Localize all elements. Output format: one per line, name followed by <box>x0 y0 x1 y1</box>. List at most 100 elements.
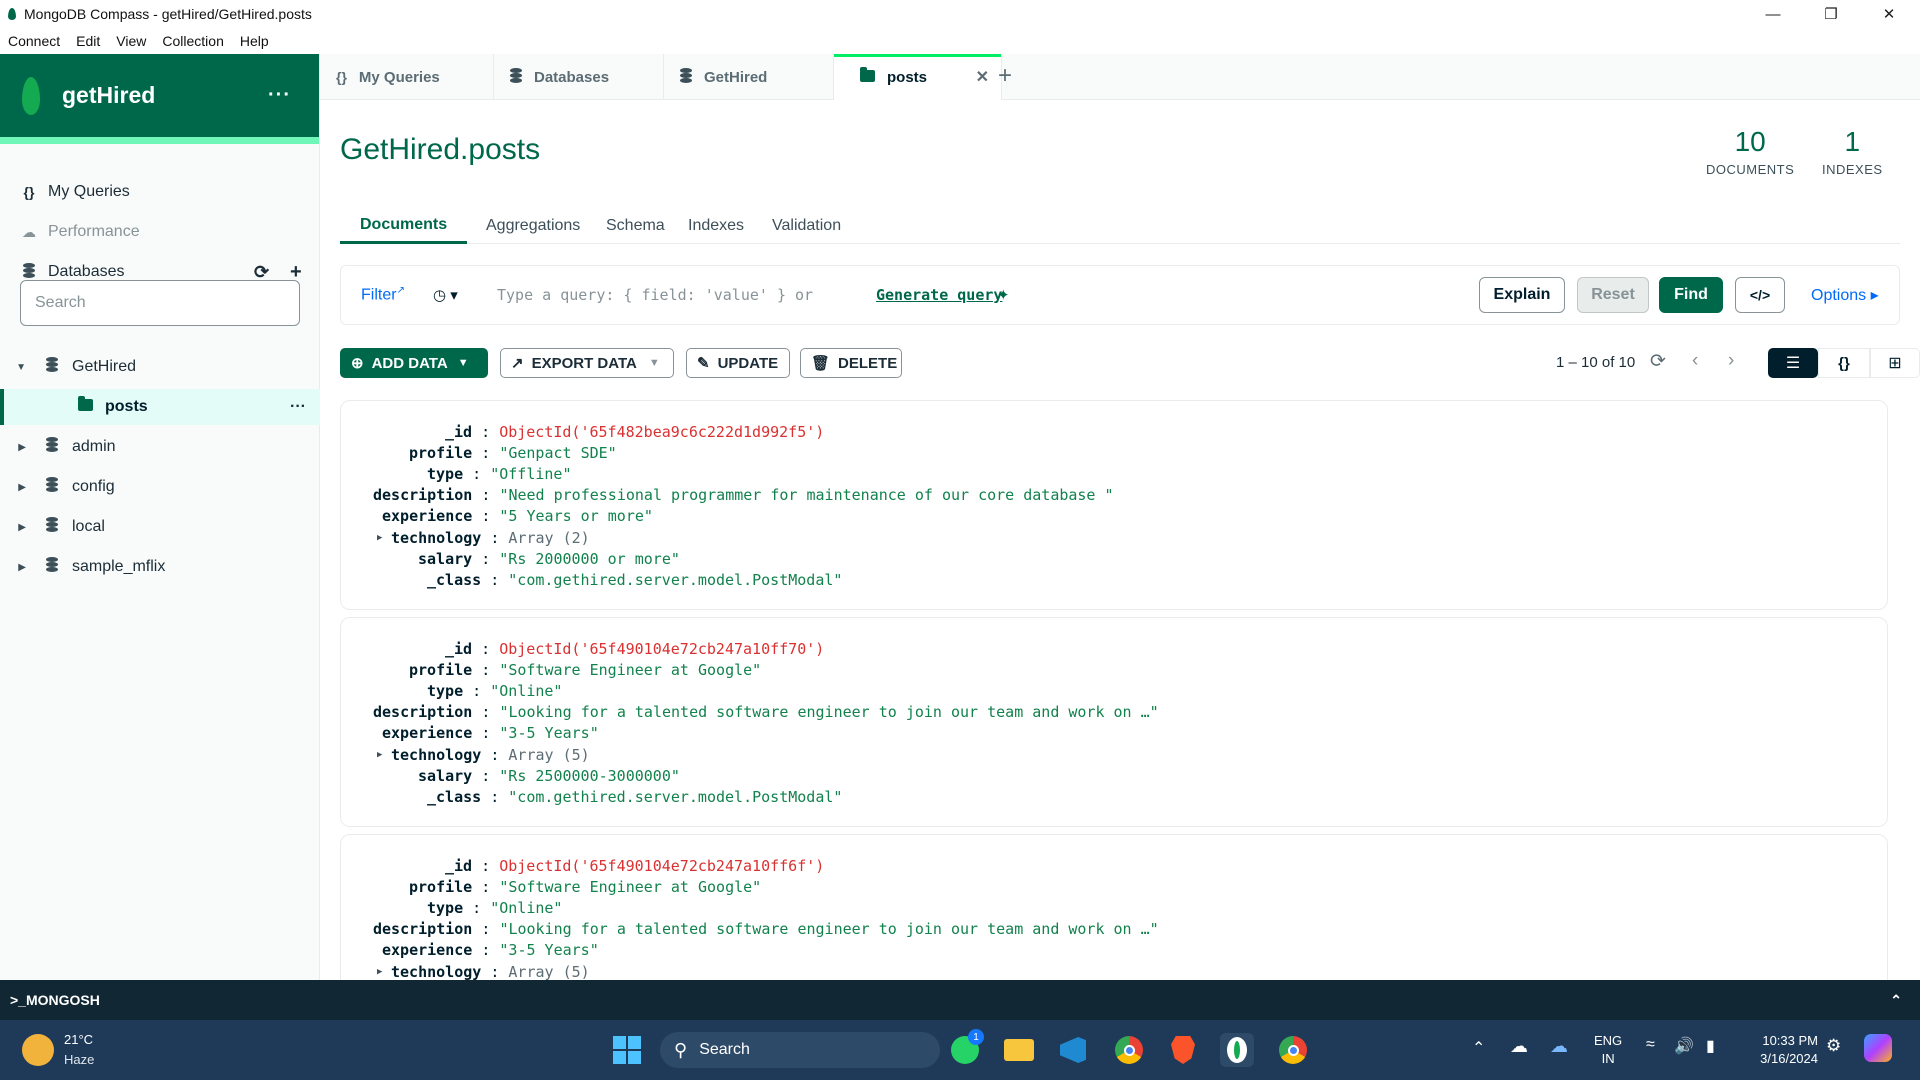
subtab-validation[interactable]: Validation <box>752 208 861 244</box>
battery-icon[interactable]: ▮ <box>1706 1036 1715 1056</box>
menu-connect[interactable]: Connect <box>0 33 68 49</box>
trash-icon: 🗑 <box>811 355 831 372</box>
subtab-documents[interactable]: Documents <box>340 208 468 244</box>
taskbar-search[interactable]: ⚲ Search <box>660 1032 940 1068</box>
field-profile: profile : "Genpact SDE" <box>409 444 617 462</box>
tree-item-admin[interactable]: ▶ admin <box>0 429 320 465</box>
subtab-indexes[interactable]: Indexes <box>668 208 764 244</box>
connection-header: getHired ··· <box>0 54 319 137</box>
document-card[interactable]: _id : ObjectId('65f490104e72cb247a10ff70… <box>340 617 1888 827</box>
connection-more-icon[interactable]: ··· <box>268 84 291 107</box>
close-window-button[interactable]: ✕ <box>1860 0 1918 28</box>
caret-right-icon[interactable]: ▶ <box>0 522 26 533</box>
tree-item-posts[interactable]: posts ··· <box>0 389 320 425</box>
sidebar-search-input[interactable]: Search <box>20 280 300 326</box>
copilot-icon[interactable] <box>1864 1034 1892 1062</box>
code-export-button[interactable]: </> <box>1735 277 1785 313</box>
previous-page-icon[interactable]: ‹ <box>1692 350 1698 372</box>
filter-link[interactable]: Filter↗ <box>361 285 405 304</box>
table-view-icon[interactable]: ⊞ <box>1870 348 1920 378</box>
caret-right-icon[interactable]: ▶ <box>0 562 26 573</box>
chevron-up-icon[interactable]: ⌃ <box>1890 992 1902 1009</box>
region-label: IN <box>1601 1051 1615 1066</box>
sidebar-item-my-queries[interactable]: {} My Queries <box>0 174 320 210</box>
query-input[interactable]: Type a query: { field: 'value' } or <box>497 286 813 304</box>
add-data-button[interactable]: ⊕ ADD DATA ▼ <box>340 348 488 378</box>
list-view-icon[interactable]: ☰ <box>1768 348 1818 378</box>
tree-item-label: admin <box>72 438 116 455</box>
braces-icon: {} <box>23 184 35 200</box>
export-icon: ↗ <box>511 355 524 372</box>
selected-indicator <box>0 389 4 425</box>
wifi-icon[interactable]: ≈ <box>1646 1036 1655 1054</box>
menu-collection[interactable]: Collection <box>154 33 231 49</box>
indexes-stat: 1 INDEXES <box>1822 126 1883 177</box>
tree-item-local[interactable]: ▶ local <box>0 509 320 545</box>
caret-right-icon[interactable]: ▶ <box>0 482 26 493</box>
expand-caret-icon[interactable]: ▶ <box>377 967 382 977</box>
export-data-button[interactable]: ↗ EXPORT DATA ▼ <box>500 348 674 378</box>
document-card[interactable]: _id : ObjectId('65f490104e72cb247a10ff6f… <box>340 834 1888 994</box>
menu-edit[interactable]: Edit <box>68 33 108 49</box>
language-indicator[interactable]: ENG IN <box>1594 1032 1622 1068</box>
explain-button[interactable]: Explain <box>1479 277 1565 313</box>
taskbar-search-label: Search <box>699 1041 750 1058</box>
mongodb-compass-icon[interactable] <box>1220 1033 1254 1067</box>
tree-item-gethired[interactable]: ▼ GetHired <box>0 349 320 385</box>
tree-item-sample-mflix[interactable]: ▶ sample_mflix <box>0 549 320 585</box>
refresh-documents-icon[interactable]: ⟳ <box>1650 350 1666 373</box>
chrome-profile-icon[interactable] <box>1276 1033 1310 1067</box>
document-card[interactable]: _id : ObjectId('65f482bea9c6c222d1d992f5… <box>340 400 1888 610</box>
chrome-icon[interactable] <box>1112 1033 1146 1067</box>
windows-start-icon[interactable] <box>610 1033 644 1067</box>
cloud-sync-icon[interactable]: ☁ <box>1550 1036 1568 1057</box>
volume-icon[interactable]: 🔊 <box>1674 1036 1694 1056</box>
options-toggle[interactable]: Options ▸ <box>1811 285 1879 305</box>
notification-icon[interactable]: ⚙ <box>1826 1036 1841 1056</box>
tab-databases[interactable]: Databases <box>494 54 664 100</box>
caret-down-icon[interactable]: ▼ <box>0 362 26 373</box>
sidebar-item-performance[interactable]: ☁ Performance <box>0 214 320 250</box>
weather-temp[interactable]: 21°C <box>64 1032 93 1047</box>
tab-gethired[interactable]: GetHired <box>664 54 834 100</box>
field-experience: experience : "5 Years or more" <box>382 507 653 525</box>
onedrive-icon[interactable]: ☁ <box>1510 1036 1528 1057</box>
expand-caret-icon[interactable]: ▶ <box>377 533 382 543</box>
tree-item-config[interactable]: ▶ config <box>0 469 320 505</box>
minimize-button[interactable]: — <box>1744 0 1802 28</box>
database-icon <box>46 437 58 457</box>
json-view-icon[interactable]: {} <box>1818 348 1870 378</box>
file-explorer-icon[interactable] <box>1002 1033 1036 1067</box>
tab-posts[interactable]: posts ✕ <box>834 54 1002 100</box>
update-button[interactable]: ✎ UPDATE <box>686 348 790 378</box>
find-button[interactable]: Find <box>1659 277 1723 313</box>
next-page-icon[interactable]: › <box>1728 350 1734 372</box>
weather-icon <box>22 1034 54 1066</box>
query-bar: Filter↗ ◷ ▾ Type a query: { field: 'valu… <box>340 265 1900 325</box>
tab-my-queries[interactable]: {} My Queries <box>320 54 494 100</box>
collection-more-icon[interactable]: ··· <box>290 398 306 416</box>
subtab-aggregations[interactable]: Aggregations <box>466 208 600 244</box>
caret-right-icon[interactable]: ▶ <box>0 442 26 453</box>
expand-caret-icon[interactable]: ▶ <box>377 750 382 760</box>
tab-label: My Queries <box>358 68 440 86</box>
mongosh-bar[interactable]: >_MONGOSH ⌃ <box>0 980 1920 1020</box>
field-type: type : "Offline" <box>427 465 572 483</box>
whatsapp-icon[interactable]: 1 <box>948 1029 984 1067</box>
generate-query-link[interactable]: Generate query <box>876 286 1002 304</box>
query-history-icon[interactable]: ◷ ▾ <box>433 286 458 304</box>
menu-view[interactable]: View <box>108 33 154 49</box>
close-tab-icon[interactable]: ✕ <box>976 67 989 87</box>
menu-help[interactable]: Help <box>232 33 277 49</box>
gauge-icon: ☁ <box>22 223 36 240</box>
brave-icon[interactable] <box>1166 1033 1200 1067</box>
restore-button[interactable]: ❐ <box>1802 0 1860 28</box>
clock[interactable]: 10:33 PM 3/16/2024 <box>1746 1032 1818 1068</box>
reset-button[interactable]: Reset <box>1577 277 1649 313</box>
delete-button[interactable]: 🗑 DELETE <box>800 348 902 378</box>
new-tab-button[interactable]: + <box>998 62 1012 90</box>
field-description: description : "Looking for a talented so… <box>373 920 1159 938</box>
vscode-icon[interactable] <box>1056 1033 1090 1067</box>
field-id: _id : ObjectId('65f490104e72cb247a10ff6f… <box>445 857 825 875</box>
show-hidden-icons[interactable]: ⌃ <box>1472 1038 1485 1058</box>
